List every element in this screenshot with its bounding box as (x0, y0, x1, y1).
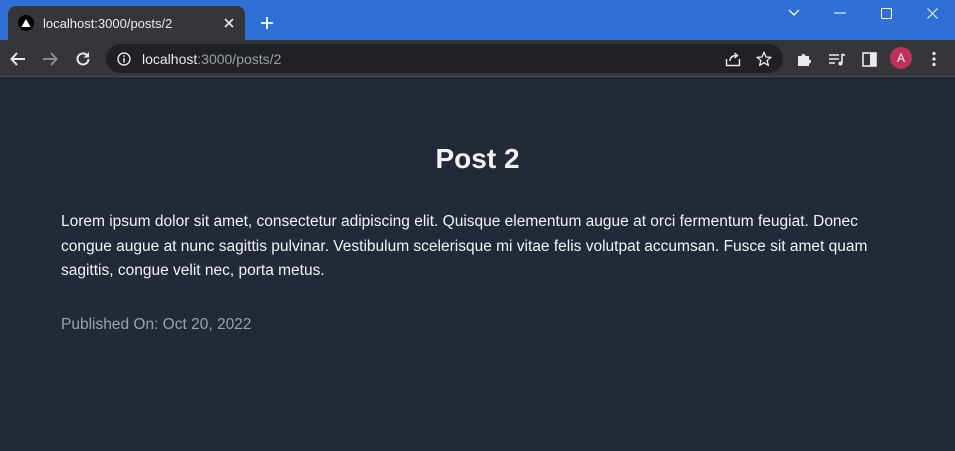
side-panel-icon[interactable] (856, 46, 882, 72)
back-arrow-icon[interactable] (5, 46, 31, 72)
url-host: localhost (142, 50, 198, 67)
url-path: :3000/posts/2 (197, 50, 282, 67)
info-icon[interactable] (116, 51, 132, 67)
menu-kebab-icon[interactable] (921, 46, 947, 72)
new-tab-plus-icon[interactable] (257, 13, 277, 33)
reading-list-icon[interactable] (824, 46, 850, 72)
browser-titlebar: localhost:3000/posts/2 (0, 0, 955, 40)
post-body: Lorem ipsum dolor sit amet, consectetur … (61, 213, 868, 279)
bookmark-star-icon[interactable] (754, 49, 774, 69)
maximize-icon[interactable] (863, 0, 909, 26)
triangle-icon (18, 15, 34, 31)
browser-toolbar: localhost:3000/posts/2 (0, 40, 955, 77)
share-icon[interactable] (723, 49, 743, 69)
extensions-puzzle-icon[interactable] (791, 46, 817, 72)
minimize-icon[interactable] (817, 0, 863, 26)
tab-search-chevron-icon[interactable] (771, 0, 817, 26)
post-title: Post 2 (435, 143, 520, 174)
window-close-icon[interactable] (909, 0, 955, 26)
url-text[interactable]: localhost:3000/posts/2 (142, 51, 281, 67)
address-bar[interactable]: localhost:3000/posts/2 (106, 44, 783, 73)
published-date: Published On: Oct 20, 2022 (61, 316, 252, 333)
close-icon[interactable] (221, 15, 237, 31)
page-content: Post 2 Lorem ipsum dolor sit amet, conse… (0, 77, 955, 451)
tab-title: localhost:3000/posts/2 (43, 15, 173, 31)
profile-avatar[interactable]: A (890, 47, 912, 69)
browser-tab[interactable]: localhost:3000/posts/2 (8, 6, 245, 40)
forward-arrow-icon[interactable] (37, 46, 63, 72)
reload-icon[interactable] (70, 46, 96, 72)
